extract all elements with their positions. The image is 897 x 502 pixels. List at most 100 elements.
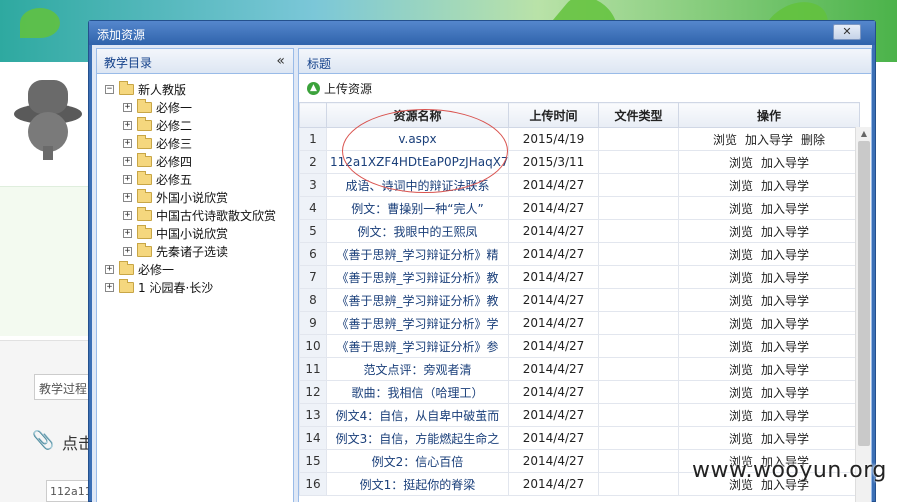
- browse-link[interactable]: 浏览: [729, 317, 753, 331]
- expand-node-icon[interactable]: +: [105, 283, 114, 292]
- add-to-guide-link[interactable]: 加入导学: [761, 271, 809, 285]
- browse-link[interactable]: 浏览: [729, 409, 753, 423]
- expand-node-icon[interactable]: +: [123, 103, 132, 112]
- delete-link[interactable]: 删除: [801, 133, 825, 147]
- scroll-up-icon[interactable]: ▲: [858, 129, 870, 139]
- collapse-left-icon[interactable]: «: [276, 53, 285, 69]
- tree-node-label[interactable]: 必修一: [138, 261, 174, 279]
- tree-node[interactable]: + 外国小说欣赏: [97, 189, 293, 207]
- table-row[interactable]: 6 《善于思辨_学习辩证分析》精 2014/4/27 浏览 加入导学: [299, 242, 860, 266]
- expand-node-icon[interactable]: +: [123, 157, 132, 166]
- browse-link[interactable]: 浏览: [729, 363, 753, 377]
- add-to-guide-link[interactable]: 加入导学: [761, 317, 809, 331]
- table-row[interactable]: 14 例文3：自信，方能燃起生命之 2014/4/27 浏览 加入导学: [299, 426, 860, 450]
- tree-node[interactable]: +1 沁园春·长沙: [97, 279, 293, 297]
- expand-node-icon[interactable]: +: [123, 247, 132, 256]
- table-row[interactable]: 7 《善于思辨_学习辩证分析》教 2014/4/27 浏览 加入导学: [299, 265, 860, 289]
- tree-node-label[interactable]: 必修三: [156, 135, 192, 153]
- tree-node[interactable]: + 必修一: [97, 261, 293, 279]
- table-row[interactable]: 9 《善于思辨_学习辩证分析》学 2014/4/27 浏览 加入导学: [299, 311, 860, 335]
- tree-node-label[interactable]: 必修五: [156, 171, 192, 189]
- tree-node[interactable]: + 必修三: [97, 135, 293, 153]
- tree-node[interactable]: + 必修五: [97, 171, 293, 189]
- tree-node[interactable]: + 中国小说欣赏: [97, 225, 293, 243]
- browse-link[interactable]: 浏览: [729, 179, 753, 193]
- add-to-guide-link[interactable]: 加入导学: [761, 156, 809, 170]
- table-row[interactable]: 1 v.aspx 2015/4/19 浏览 加入导学 删除: [299, 127, 860, 151]
- column-header[interactable]: 上传时间: [508, 102, 599, 128]
- tree-node-label[interactable]: 中国小说欣赏: [156, 225, 228, 243]
- add-to-guide-link[interactable]: 加入导学: [761, 363, 809, 377]
- browse-link[interactable]: 浏览: [729, 156, 753, 170]
- browse-link[interactable]: 浏览: [729, 271, 753, 285]
- table-row[interactable]: 12 歌曲：我相信（哈理工） 2014/4/27 浏览 加入导学: [299, 380, 860, 404]
- add-to-guide-link[interactable]: 加入导学: [761, 225, 809, 239]
- tree-node[interactable]: + 必修四: [97, 153, 293, 171]
- table-row[interactable]: 3 成语、诗词中的辩证法联系 2014/4/27 浏览 加入导学: [299, 173, 860, 197]
- lesson-process-input[interactable]: 教学过程: [34, 374, 94, 400]
- browse-link[interactable]: 浏览: [729, 294, 753, 308]
- tree-node-label[interactable]: 必修二: [156, 117, 192, 135]
- page-right-edge: [876, 62, 897, 502]
- row-number: 4: [299, 196, 327, 220]
- browse-link[interactable]: 浏览: [729, 340, 753, 354]
- browse-link[interactable]: 浏览: [729, 248, 753, 262]
- add-to-guide-link[interactable]: 加入导学: [761, 179, 809, 193]
- tree-node-label[interactable]: 新人教版: [138, 81, 186, 99]
- paperclip-icon: 📎: [32, 430, 55, 451]
- close-button[interactable]: ✕: [833, 24, 861, 40]
- column-header[interactable]: 文件类型: [598, 102, 679, 128]
- row-number: 1: [299, 127, 327, 151]
- tree-node[interactable]: + 必修一: [97, 99, 293, 117]
- browse-link[interactable]: 浏览: [729, 202, 753, 216]
- browse-link[interactable]: 浏览: [729, 386, 753, 400]
- browse-link[interactable]: 浏览: [713, 133, 737, 147]
- expand-node-icon[interactable]: +: [123, 121, 132, 130]
- dialog-body: 教学目录 « − 新人教版 + 必修一 + 必修二 + 必修三 + 必修四 + 必修五 + 外国小说欣赏 +…: [92, 45, 872, 502]
- resource-name-cell: 《善于思辨_学习辩证分析》参: [326, 334, 509, 358]
- tree-node-label[interactable]: 必修一: [156, 99, 192, 117]
- grid-scrollbar[interactable]: ▲: [855, 127, 871, 502]
- table-row[interactable]: 8 《善于思辨_学习辩证分析》教 2014/4/27 浏览 加入导学: [299, 288, 860, 312]
- expand-node-icon[interactable]: +: [105, 265, 114, 274]
- expand-node-icon[interactable]: +: [123, 139, 132, 148]
- tree-node-label[interactable]: 外国小说欣赏: [156, 189, 228, 207]
- tree-node[interactable]: + 中国古代诗歌散文欣赏: [97, 207, 293, 225]
- add-to-guide-link[interactable]: 加入导学: [745, 133, 793, 147]
- tree-node-label[interactable]: 先秦诸子选读: [156, 243, 228, 261]
- browse-link[interactable]: 浏览: [729, 225, 753, 239]
- tree-node[interactable]: + 先秦诸子选读: [97, 243, 293, 261]
- folder-icon: [119, 81, 134, 95]
- add-to-guide-link[interactable]: 加入导学: [761, 432, 809, 446]
- expand-node-icon[interactable]: +: [123, 211, 132, 220]
- add-to-guide-link[interactable]: 加入导学: [761, 386, 809, 400]
- tree-node[interactable]: − 新人教版: [97, 81, 293, 99]
- scrollbar-thumb[interactable]: [858, 141, 870, 446]
- column-header: 操作: [678, 102, 860, 128]
- table-row[interactable]: 2 112a1XZF4HDtEaP0PzJHaqX7 2015/3/11 浏览 加入导学: [299, 150, 860, 174]
- add-to-guide-link[interactable]: 加入导学: [761, 202, 809, 216]
- file-type-cell: [598, 265, 679, 289]
- table-row[interactable]: 13 例文4：自信，从自卑中破茧而 2014/4/27 浏览 加入导学: [299, 403, 860, 427]
- table-row[interactable]: 10 《善于思辨_学习辩证分析》参 2014/4/27 浏览 加入导学: [299, 334, 860, 358]
- expand-node-icon[interactable]: +: [123, 229, 132, 238]
- expand-node-icon[interactable]: +: [123, 175, 132, 184]
- column-header[interactable]: 资源名称: [326, 102, 509, 128]
- table-row[interactable]: 11 范文点评：旁观者清 2014/4/27 浏览 加入导学: [299, 357, 860, 381]
- table-row[interactable]: 4 例文：曹操别一种“完人” 2014/4/27 浏览 加入导学: [299, 196, 860, 220]
- collapse-node-icon[interactable]: −: [105, 85, 114, 94]
- expand-node-icon[interactable]: +: [123, 193, 132, 202]
- tree-node[interactable]: + 必修二: [97, 117, 293, 135]
- browse-link[interactable]: 浏览: [729, 432, 753, 446]
- tree-node-label[interactable]: 1 沁园春·长沙: [138, 279, 213, 297]
- add-to-guide-link[interactable]: 加入导学: [761, 409, 809, 423]
- tree-node-label[interactable]: 必修四: [156, 153, 192, 171]
- tree-node-label[interactable]: 中国古代诗歌散文欣赏: [156, 207, 276, 225]
- actions-cell: 浏览 加入导学 删除: [678, 127, 860, 151]
- add-to-guide-link[interactable]: 加入导学: [761, 340, 809, 354]
- resource-name-cell: 例文4：自信，从自卑中破茧而: [326, 403, 509, 427]
- table-row[interactable]: 5 例文：我眼中的王熙凤 2014/4/27 浏览 加入导学: [299, 219, 860, 243]
- add-to-guide-link[interactable]: 加入导学: [761, 248, 809, 262]
- add-to-guide-link[interactable]: 加入导学: [761, 294, 809, 308]
- upload-resource-button[interactable]: ▲ 上传资源: [307, 80, 372, 97]
